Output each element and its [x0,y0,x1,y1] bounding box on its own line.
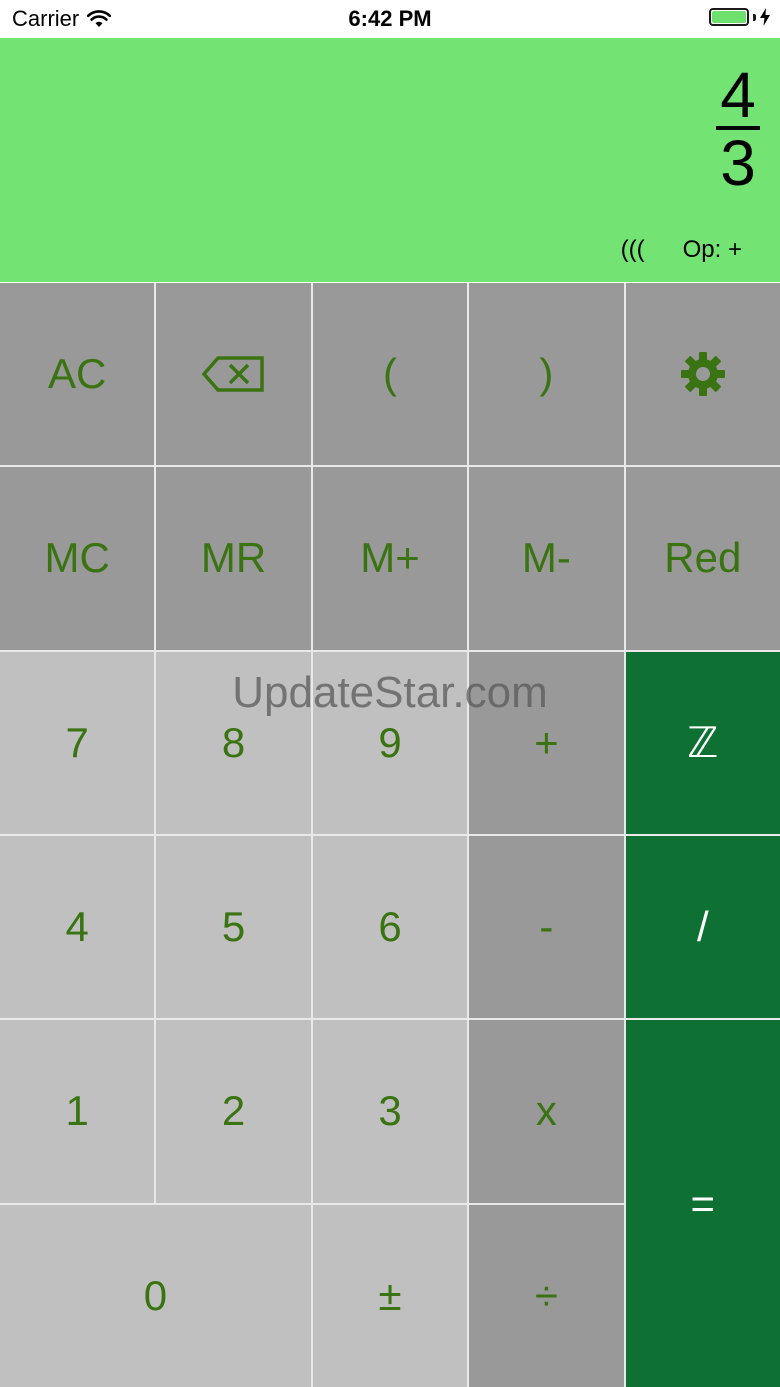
keypad: AC ( ) MC MR M+ M- Red 7 8 9 + ℤ 4 5 6 -… [0,283,780,1387]
battery-cap [753,13,756,21]
settings-button[interactable] [625,283,780,466]
divide-button[interactable]: ÷ [469,1204,624,1387]
equals-button[interactable]: = [625,1020,780,1387]
memory-subtract-button[interactable]: M- [469,467,624,650]
status-right [709,8,770,26]
gear-icon [680,352,725,397]
result-fraction: 4 3 [716,59,760,199]
charging-icon [760,8,770,26]
all-clear-button[interactable]: AC [0,283,155,466]
digit-3-button[interactable]: 3 [312,1020,468,1203]
status-bar: Carrier 6:42 PM [0,0,780,38]
parens-indicator: ((( [620,236,645,263]
memory-recall-button[interactable]: MR [156,467,311,650]
digit-8-button[interactable]: 8 [156,651,311,834]
fraction-numerator: 4 [720,59,756,131]
memory-add-button[interactable]: M+ [312,467,468,650]
digit-5-button[interactable]: 5 [156,835,311,1019]
digit-1-button[interactable]: 1 [0,1020,155,1203]
integer-button[interactable]: ℤ [625,651,780,834]
digit-0-button[interactable]: 0 [0,1204,311,1387]
reduce-button[interactable]: Red [625,467,780,650]
backspace-icon [201,356,266,392]
subtract-button[interactable]: - [469,835,624,1019]
backspace-button[interactable] [156,283,311,466]
display-indicators: ((( Op: + [621,236,742,264]
digit-6-button[interactable]: 6 [312,835,468,1019]
calculator-display: 4 3 ((( Op: + [0,38,780,282]
digit-4-button[interactable]: 4 [0,835,155,1019]
memory-clear-button[interactable]: MC [0,467,155,650]
close-paren-button[interactable]: ) [469,283,624,466]
battery-icon [709,8,749,26]
operation-indicator: Op: + [682,236,742,263]
digit-7-button[interactable]: 7 [0,651,155,834]
fraction-button[interactable]: / [625,835,780,1019]
multiply-button[interactable]: x [469,1020,624,1203]
fraction-denominator: 3 [720,127,756,199]
digit-9-button[interactable]: 9 [312,651,468,834]
plus-minus-button[interactable]: ± [312,1204,468,1387]
open-paren-button[interactable]: ( [312,283,468,466]
status-time: 6:42 PM [348,6,432,31]
digit-2-button[interactable]: 2 [156,1020,311,1203]
add-button[interactable]: + [469,651,624,834]
